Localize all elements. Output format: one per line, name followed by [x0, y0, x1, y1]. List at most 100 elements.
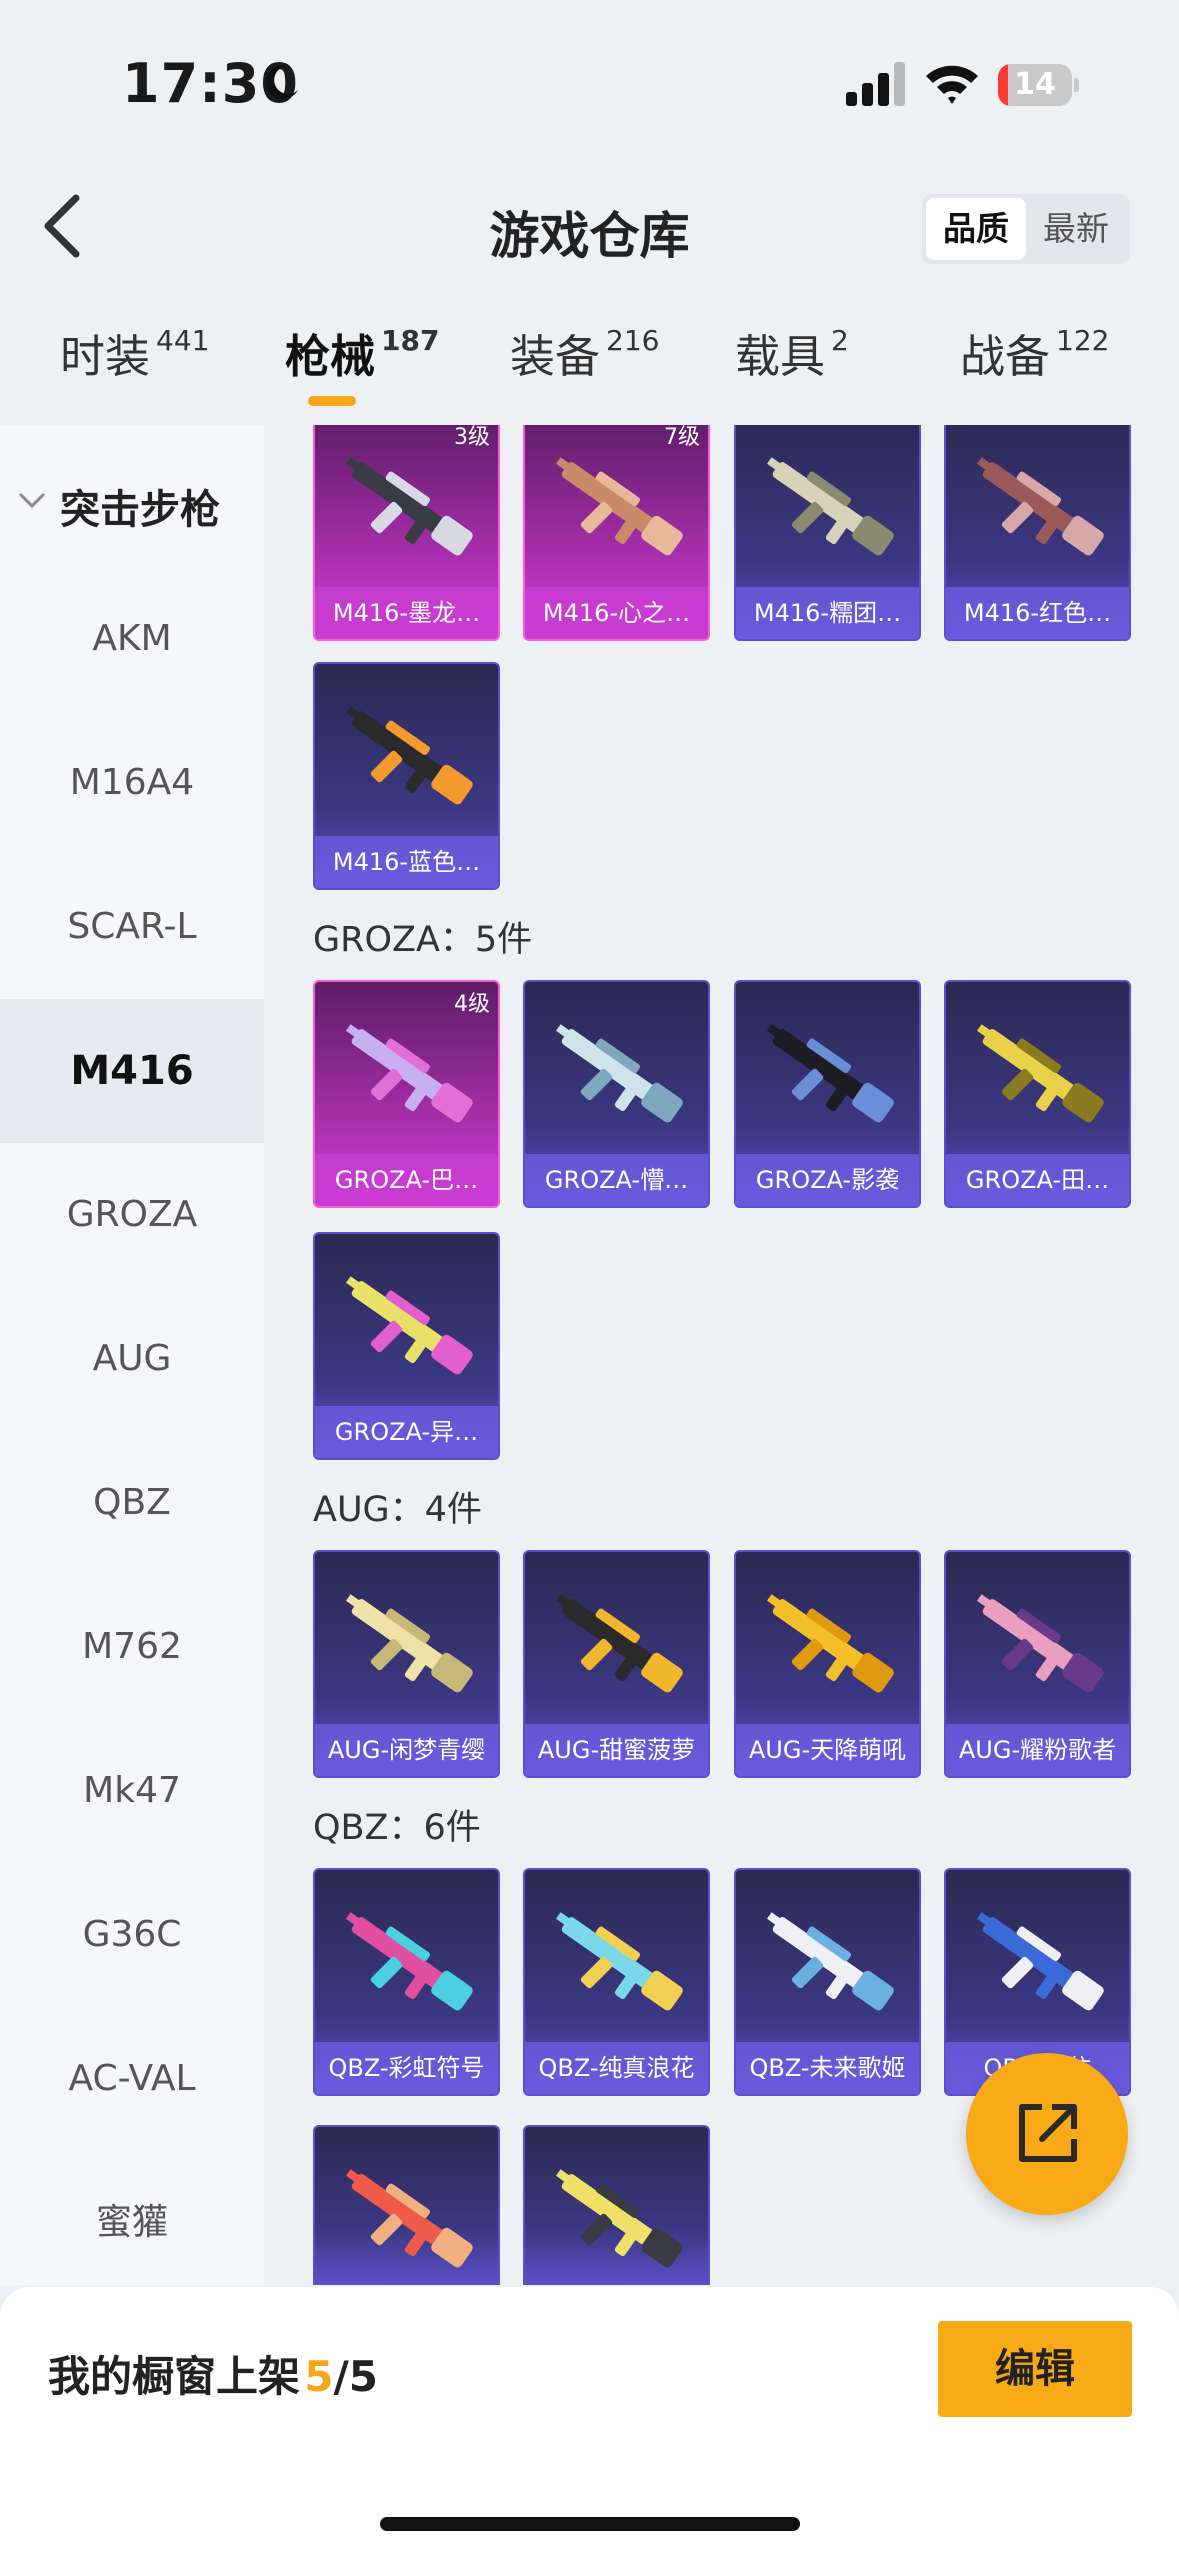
skin-name: M416-糯团… [736, 587, 919, 639]
sort-option-newest[interactable]: 最新 [1026, 198, 1126, 260]
skin-card[interactable]: AUG-耀粉歌者 [944, 1550, 1131, 1778]
skin-name: AUG-甜蜜菠萝 [525, 1724, 708, 1776]
sidebar-item-m16a4[interactable]: M16A4 [0, 711, 264, 855]
skin-card[interactable]: M416-糯团… [734, 425, 921, 641]
skin-card[interactable]: GROZA-田… [944, 980, 1131, 1208]
section-header-aug: AUG：4件 [313, 1490, 482, 1530]
skin-card[interactable]: QBZ-彩虹符号 [313, 1868, 500, 2096]
chevron-down-icon [19, 493, 45, 509]
skin-name: GROZA-影袭 [736, 1154, 919, 1206]
active-tab-indicator [308, 396, 356, 406]
rifle-skin-icon [555, 1024, 683, 1123]
rifle-skin-icon [555, 2169, 683, 2268]
weapon-type-sidebar: 突击步枪 AKM M16A4 SCAR-L M416 GROZA AUG QBZ… [0, 425, 264, 2285]
bottom-bar: 我的橱窗上架 5/5 编辑 [0, 2287, 1179, 2556]
skin-card[interactable] [523, 2125, 710, 2285]
skin-level-badge: 4级 [454, 992, 490, 1017]
edit-button[interactable]: 编辑 [938, 2321, 1132, 2417]
skin-card[interactable]: M416-蓝色… [313, 662, 500, 890]
rifle-skin-icon [555, 457, 683, 556]
skin-card[interactable]: QBZ-未来歌姬 [734, 1868, 921, 2096]
sidebar-item-groza[interactable]: GROZA [0, 1143, 264, 1287]
rifle-skin-icon [345, 1594, 473, 1693]
rifle-skin-icon [345, 706, 473, 805]
skin-card[interactable]: M416-红色… [944, 425, 1131, 641]
share-external-icon [1019, 2104, 1077, 2162]
sidebar-item-m416[interactable]: M416 [0, 999, 264, 1143]
tab-fashion[interactable]: 时装 441 [60, 320, 209, 420]
skin-level-badge: 3级 [454, 425, 490, 450]
rifle-skin-icon [976, 1024, 1104, 1123]
skin-card[interactable]: 7级 M416-心之… [523, 425, 710, 641]
sidebar-item-qbz[interactable]: QBZ [0, 1431, 264, 1575]
skin-name: M416-墨龙… [315, 587, 498, 639]
tab-vehicles[interactable]: 载具 2 [735, 320, 849, 420]
rifle-skin-icon [555, 1594, 683, 1693]
skin-card[interactable]: GROZA-懵… [523, 980, 710, 1208]
rifle-skin-icon [766, 1024, 894, 1123]
battery-indicator: 14 [998, 64, 1079, 106]
skin-name: GROZA-异… [315, 1406, 498, 1458]
skin-card[interactable]: AUG-闲梦青缨 [313, 1550, 500, 1778]
rifle-skin-icon [345, 457, 473, 556]
tab-equipment[interactable]: 装备 216 [510, 320, 659, 420]
showcase-count: 我的橱窗上架 5/5 [48, 2352, 379, 2401]
rifle-skin-icon [345, 2169, 473, 2268]
skin-card[interactable] [313, 2125, 500, 2285]
tab-firearms[interactable]: 枪械 187 [285, 320, 439, 420]
skin-name: QBZ-纯真浪花 [525, 2042, 708, 2094]
sidebar-item-m762[interactable]: M762 [0, 1575, 264, 1719]
skin-card[interactable]: 3级 M416-墨龙… [313, 425, 500, 641]
section-header-groza: GROZA：5件 [313, 920, 533, 960]
skin-name: GROZA-田… [946, 1154, 1129, 1206]
sort-option-quality[interactable]: 品质 [926, 198, 1026, 260]
share-button[interactable] [966, 2053, 1128, 2215]
sidebar-item-honey-badger[interactable]: 蜜獾 [0, 2151, 264, 2285]
skin-card[interactable]: AUG-甜蜜菠萝 [523, 1550, 710, 1778]
skin-name: QBZ-彩虹符号 [315, 2042, 498, 2094]
skin-name: M416-红色… [946, 587, 1129, 639]
skin-card[interactable]: 4级 GROZA-巴… [313, 980, 500, 1208]
category-tabs: 时装 441 枪械 187 装备 216 载具 2 战备 122 [0, 320, 1179, 420]
sidebar-item-akm[interactable]: AKM [0, 567, 264, 711]
sidebar-item-mk47[interactable]: Mk47 [0, 1719, 264, 1863]
rifle-skin-icon [976, 1912, 1104, 2011]
rifle-skin-icon [345, 1912, 473, 2011]
sort-toggle: 品质 最新 [922, 194, 1130, 264]
rifle-skin-icon [976, 457, 1104, 556]
skin-name: AUG-闲梦青缨 [315, 1724, 498, 1776]
rifle-skin-icon [766, 1912, 894, 2011]
home-indicator [380, 2517, 800, 2531]
sidebar-item-g36c[interactable]: G36C [0, 1863, 264, 2007]
skin-card[interactable]: GROZA-异… [313, 1232, 500, 1460]
sidebar-item-aug[interactable]: AUG [0, 1287, 264, 1431]
skin-level-badge: 7级 [664, 425, 700, 450]
skin-name: QBZ-未来歌姬 [736, 2042, 919, 2094]
rifle-skin-icon [345, 1276, 473, 1375]
skin-name: M416-心之… [525, 587, 708, 639]
skin-name: GROZA-懵… [525, 1154, 708, 1206]
status-bar: 17:30 14 [0, 0, 1179, 160]
skin-card[interactable]: QBZ-纯真浪花 [523, 1868, 710, 2096]
sidebar-item-ac-val[interactable]: AC-VAL [0, 2007, 264, 2151]
wifi-icon [926, 65, 978, 104]
tab-gear[interactable]: 战备 122 [960, 320, 1109, 420]
skin-name: AUG-天降萌吼 [736, 1724, 919, 1776]
skin-name: AUG-耀粉歌者 [946, 1724, 1129, 1776]
skin-name: M416-蓝色… [315, 836, 498, 888]
cellular-signal-icon [846, 62, 905, 106]
sidebar-category-assault-rifle[interactable]: 突击步枪 [0, 465, 264, 545]
rifle-skin-icon [555, 1912, 683, 2011]
skin-name: GROZA-巴… [315, 1154, 498, 1206]
moon-icon [265, 65, 298, 100]
rifle-skin-icon [766, 457, 894, 556]
section-header-qbz: QBZ：6件 [313, 1808, 481, 1848]
skin-grid: 3级 M416-墨龙… 7级 M416-心之… M416-糯团… M416-红色… … [264, 425, 1179, 2285]
rifle-skin-icon [766, 1594, 894, 1693]
skin-card[interactable]: AUG-天降萌吼 [734, 1550, 921, 1778]
rifle-skin-icon [345, 1024, 473, 1123]
battery-percent: 14 [1014, 67, 1056, 102]
sidebar-item-scar-l[interactable]: SCAR-L [0, 855, 264, 999]
rifle-skin-icon [976, 1594, 1104, 1693]
skin-card[interactable]: GROZA-影袭 [734, 980, 921, 1208]
